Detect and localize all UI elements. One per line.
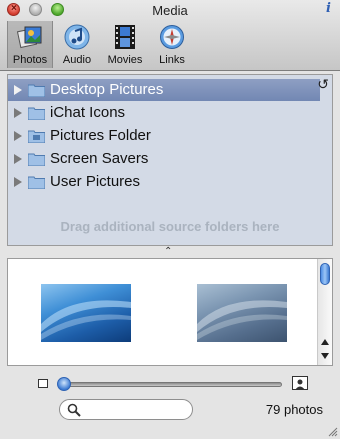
folder-icon [28,176,45,189]
tab-audio[interactable]: Audio [55,21,99,68]
audio-icon [64,24,90,50]
thumbnail-size-slider[interactable] [58,382,282,387]
drag-hint: Drag additional source folders here [60,219,280,234]
tab-label: Audio [62,54,92,66]
splitter-handle-icon[interactable]: ⌃ [164,246,172,257]
tab-photos[interactable]: Photos [7,21,53,68]
source-list[interactable]: Desktop Pictures iChat Icons Pictures Fo… [7,74,333,246]
folder-icon [28,84,45,97]
tab-label: Photos [12,54,48,66]
source-item-pictures-folder[interactable]: Pictures Folder [8,125,320,147]
source-item-ichat-icons[interactable]: iChat Icons [8,102,320,124]
disclosure-triangle-icon[interactable] [14,154,22,164]
source-item-user-pictures[interactable]: User Pictures [8,171,320,193]
search-field[interactable] [59,399,193,420]
search-input[interactable] [84,402,188,419]
source-item-label: Pictures Folder [50,127,151,144]
large-thumbnail-icon [292,376,308,390]
tab-movies[interactable]: Movies [101,21,149,68]
tab-label: Movies [107,54,143,66]
folder-icon [28,153,45,166]
photo-thumbnail[interactable] [197,284,287,342]
source-item-label: Screen Savers [50,150,149,167]
scroll-up-arrow-icon[interactable] [321,339,329,345]
photo-thumbnail[interactable] [41,284,131,342]
small-thumbnail-icon [38,379,48,388]
folder-icon [28,107,45,120]
title-bar: × Media i Photos Audio Movies Links [0,0,340,71]
wave-graphic [197,300,287,340]
photo-browser[interactable] [7,258,333,366]
photos-icon [17,26,42,49]
scrollbar-knob[interactable] [320,263,330,285]
disclosure-triangle-icon[interactable] [14,131,22,141]
person-icon [295,379,305,390]
vertical-scrollbar[interactable] [317,259,332,365]
window-title: Media [152,3,188,18]
source-item-screen-savers[interactable]: Screen Savers [8,148,320,170]
resize-grip-icon[interactable] [327,426,338,437]
tab-links[interactable]: Links [151,21,193,68]
disclosure-triangle-icon[interactable] [14,177,22,187]
refresh-icon[interactable]: ↺ [317,76,329,93]
tab-label: Links [159,54,185,66]
search-icon [67,403,81,417]
scroll-down-arrow-icon[interactable] [321,353,329,359]
info-icon[interactable]: i [326,1,331,16]
slider-knob[interactable] [57,377,71,391]
disclosure-triangle-icon[interactable] [14,108,22,118]
media-window: × Media i Photos Audio Movies Links Desk… [0,0,340,439]
source-item-label: User Pictures [50,173,141,190]
movies-icon [115,25,135,49]
source-item-label: iChat Icons [50,104,126,121]
source-item-label: Desktop Pictures [50,81,164,98]
source-item-desktop-pictures[interactable]: Desktop Pictures [8,79,320,101]
disclosure-triangle-icon[interactable] [14,85,22,95]
wave-graphic [41,300,131,340]
pictures-folder-icon [28,130,45,143]
photo-count: 79 photos [265,402,323,417]
links-icon [160,25,184,49]
